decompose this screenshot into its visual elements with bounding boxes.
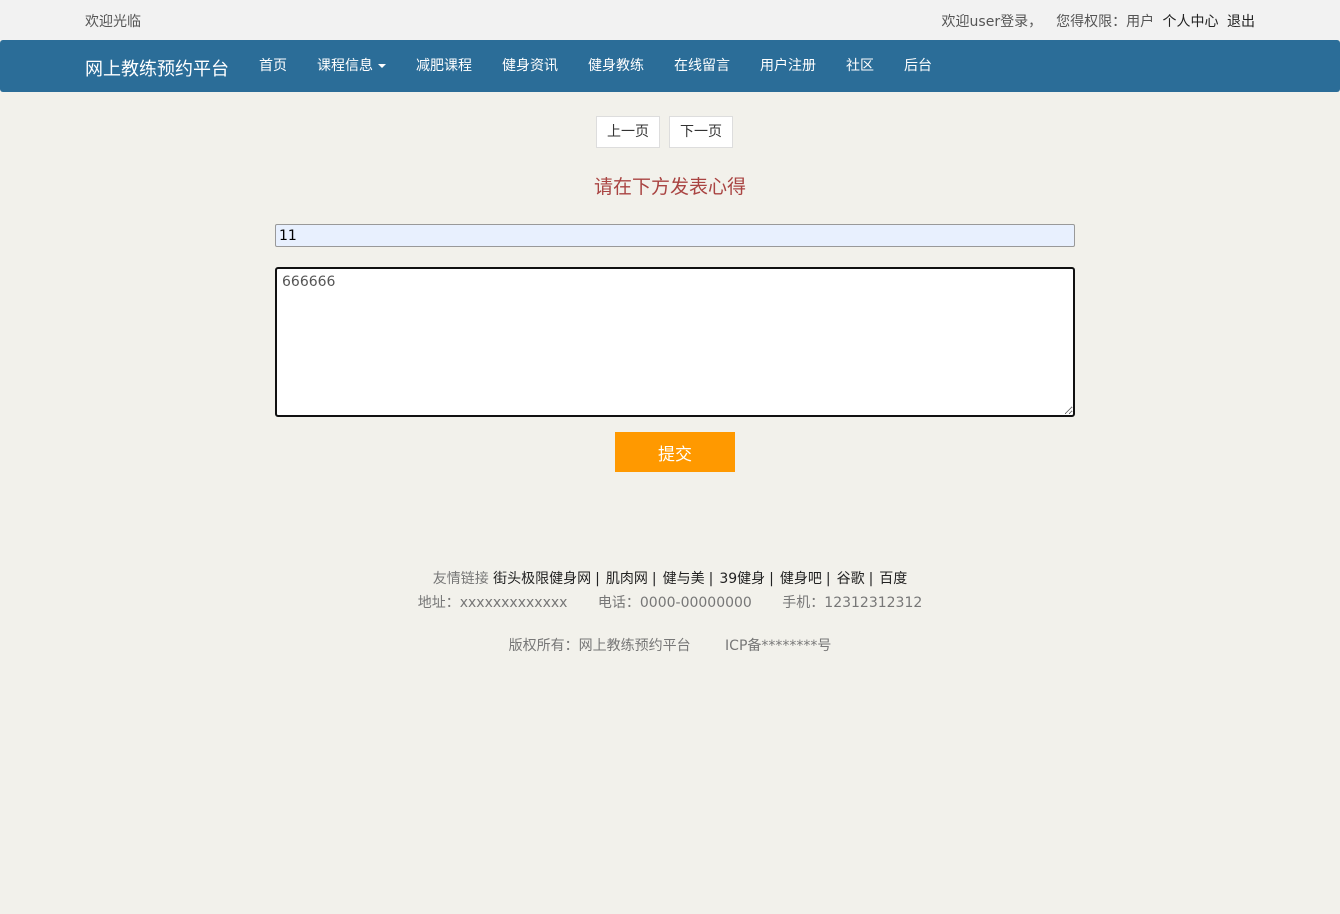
pager: 上一页 下一页 xyxy=(596,116,742,148)
friend-link[interactable]: 健与美 xyxy=(663,571,705,587)
main-navbar: 网上教练预约平台 首页 课程信息 减肥课程 健身资讯 健身教练 在线留言 用户注… xyxy=(0,40,1340,92)
top-bar: 欢迎光临 欢迎user登录， 您得权限：用户 个人中心 退出 xyxy=(0,0,1340,40)
nav-item-label: 课程信息 xyxy=(317,58,373,74)
link-separator: | xyxy=(769,571,774,587)
submit-button[interactable]: 提交 xyxy=(615,432,735,472)
brand-link[interactable]: 网上教练预约平台 xyxy=(85,55,229,81)
nav-item-home[interactable]: 首页 xyxy=(244,40,302,92)
link-separator: | xyxy=(708,571,714,587)
welcome-text: 欢迎光临 xyxy=(85,14,141,30)
friend-link[interactable]: 街头极限健身网 xyxy=(493,571,591,587)
nav-menu: 首页 课程信息 减肥课程 健身资讯 健身教练 在线留言 用户注册 社区 后台 xyxy=(244,40,947,92)
link-separator: | xyxy=(651,571,657,587)
friend-link[interactable]: 肌肉网 xyxy=(606,571,648,587)
title-input[interactable] xyxy=(275,224,1075,247)
footer: 友情链接 街头极限健身网 | 肌肉网 | 健与美 | 39健身 | 健身吧 | 谷歌 | 百度 地址：x… xyxy=(0,568,1340,655)
prev-page-button[interactable]: 上一页 xyxy=(596,116,660,148)
mobile-text: 手机：12312312312 xyxy=(782,595,923,611)
next-page-button[interactable]: 下一页 xyxy=(669,116,733,148)
friend-link[interactable]: 39健身 xyxy=(719,571,765,587)
post-prompt: 请在下方发表心得 xyxy=(593,176,746,198)
nav-item-label: 健身教练 xyxy=(588,58,644,74)
nav-item-label: 用户注册 xyxy=(760,58,816,74)
nav-item-label: 健身资讯 xyxy=(502,58,558,74)
address-text: 地址：xxxxxxxxxxxxx xyxy=(417,595,568,611)
content-textarea[interactable]: 666666 xyxy=(275,267,1075,417)
logout-link[interactable]: 退出 xyxy=(1227,14,1255,30)
friend-link[interactable]: 健身吧 xyxy=(780,571,822,587)
nav-item-label: 后台 xyxy=(904,58,932,74)
friend-link[interactable]: 百度 xyxy=(879,571,907,587)
contact-info: 地址：xxxxxxxxxxxxx 电话：0000-00000000 手机：123… xyxy=(0,592,1340,612)
copyright-text: 版权所有：网上教练预约平台 xyxy=(508,638,691,654)
nav-item-fitness-news[interactable]: 健身资讯 xyxy=(487,40,573,92)
nav-item-label: 减肥课程 xyxy=(416,58,472,74)
phone-text: 电话：0000-00000000 xyxy=(597,595,752,611)
nav-item-course-info[interactable]: 课程信息 xyxy=(302,40,401,92)
friend-links-label: 友情链接 xyxy=(432,571,489,587)
nav-item-label: 首页 xyxy=(259,58,287,74)
link-separator: | xyxy=(595,571,600,587)
friend-link[interactable]: 谷歌 xyxy=(837,571,865,587)
nav-item-message[interactable]: 在线留言 xyxy=(659,40,745,92)
copyright-info: 版权所有：网上教练预约平台 ICP备********号 xyxy=(0,635,1340,655)
nav-item-admin[interactable]: 后台 xyxy=(889,40,947,92)
role-text: 您得权限：用户 xyxy=(1056,14,1155,30)
nav-item-coaches[interactable]: 健身教练 xyxy=(573,40,659,92)
link-separator: | xyxy=(868,571,874,587)
nav-item-label: 社区 xyxy=(846,58,874,74)
link-separator: | xyxy=(825,571,831,587)
user-status: 欢迎user登录， 您得权限：用户 个人中心 退出 xyxy=(942,11,1255,31)
user-greeting: 欢迎user登录， xyxy=(941,14,1043,30)
nav-item-register[interactable]: 用户注册 xyxy=(745,40,831,92)
caret-down-icon xyxy=(378,64,386,68)
profile-link[interactable]: 个人中心 xyxy=(1163,14,1219,30)
icp-text: ICP备********号 xyxy=(725,638,832,654)
nav-item-weight-loss[interactable]: 减肥课程 xyxy=(401,40,487,92)
friend-links: 友情链接 街头极限健身网 | 肌肉网 | 健与美 | 39健身 | 健身吧 | 谷歌 | 百度 xyxy=(0,568,1340,588)
nav-item-label: 在线留言 xyxy=(674,58,730,74)
nav-item-community[interactable]: 社区 xyxy=(831,40,889,92)
